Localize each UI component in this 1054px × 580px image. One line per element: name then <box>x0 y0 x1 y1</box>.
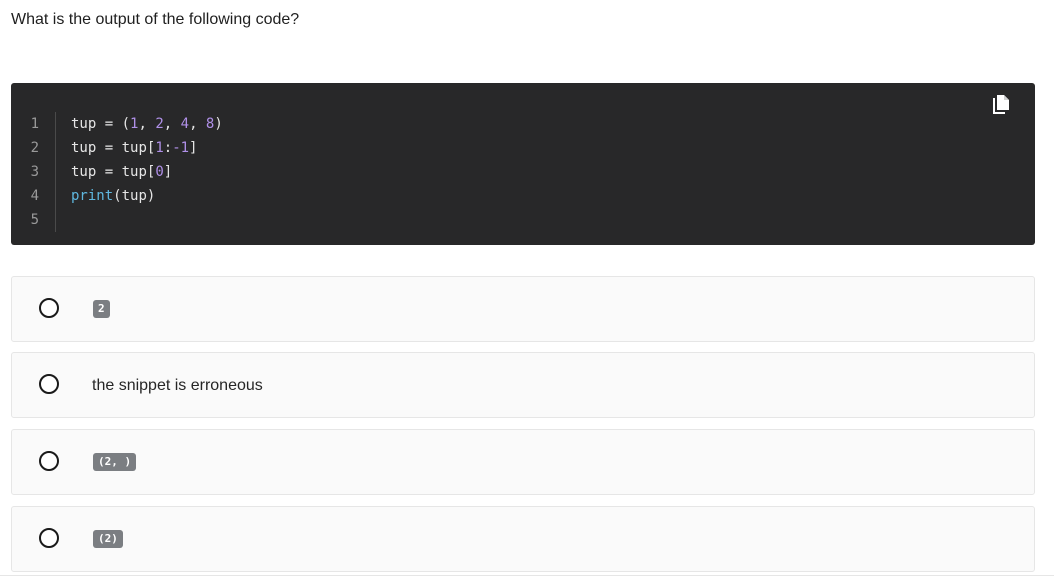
option-label-code: (2) <box>93 530 123 548</box>
line-number: 1 <box>11 112 56 136</box>
code-line: 3 tup = tup[0] <box>11 160 223 184</box>
option-label-code: 2 <box>93 300 110 318</box>
code-text: tup = (1, 2, 4, 8) <box>71 116 223 132</box>
answer-option-1[interactable]: 2 <box>11 276 1035 342</box>
code-line: 1 tup = (1, 2, 4, 8) <box>11 112 223 136</box>
radio-button[interactable] <box>39 528 59 548</box>
radio-button[interactable] <box>39 451 59 471</box>
option-label-code: (2, ) <box>93 453 137 471</box>
divider <box>0 575 1054 576</box>
answer-option-3[interactable]: (2, ) <box>11 429 1035 495</box>
radio-button[interactable] <box>39 298 59 318</box>
code-text: tup = tup[1:-1] <box>71 140 198 156</box>
copy-icon <box>993 95 1009 114</box>
code-line: 5 <box>11 208 223 232</box>
line-number: 2 <box>11 136 56 160</box>
option-label-text: the snippet is erroneous <box>92 377 263 394</box>
question-text: What is the output of the following code… <box>11 11 300 28</box>
code-text: print(tup) <box>71 188 156 204</box>
line-number: 5 <box>11 208 56 232</box>
line-number: 3 <box>11 160 56 184</box>
answer-option-4[interactable]: (2) <box>11 506 1035 572</box>
answer-option-2[interactable]: the snippet is erroneous <box>11 352 1035 418</box>
copy-button[interactable] <box>991 93 1011 115</box>
code-line: 4 print(tup) <box>11 184 223 208</box>
radio-button[interactable] <box>39 374 59 394</box>
code-block: 1 tup = (1, 2, 4, 8) 2 tup = tup[1:-1] 3 tup … <box>11 83 1035 245</box>
code-line: 2 tup = tup[1:-1] <box>11 136 223 160</box>
code-lines: 1 tup = (1, 2, 4, 8) 2 tup = tup[1:-1] 3 tup … <box>11 112 223 232</box>
code-text: tup = tup[0] <box>71 164 173 180</box>
line-number: 4 <box>11 184 56 208</box>
